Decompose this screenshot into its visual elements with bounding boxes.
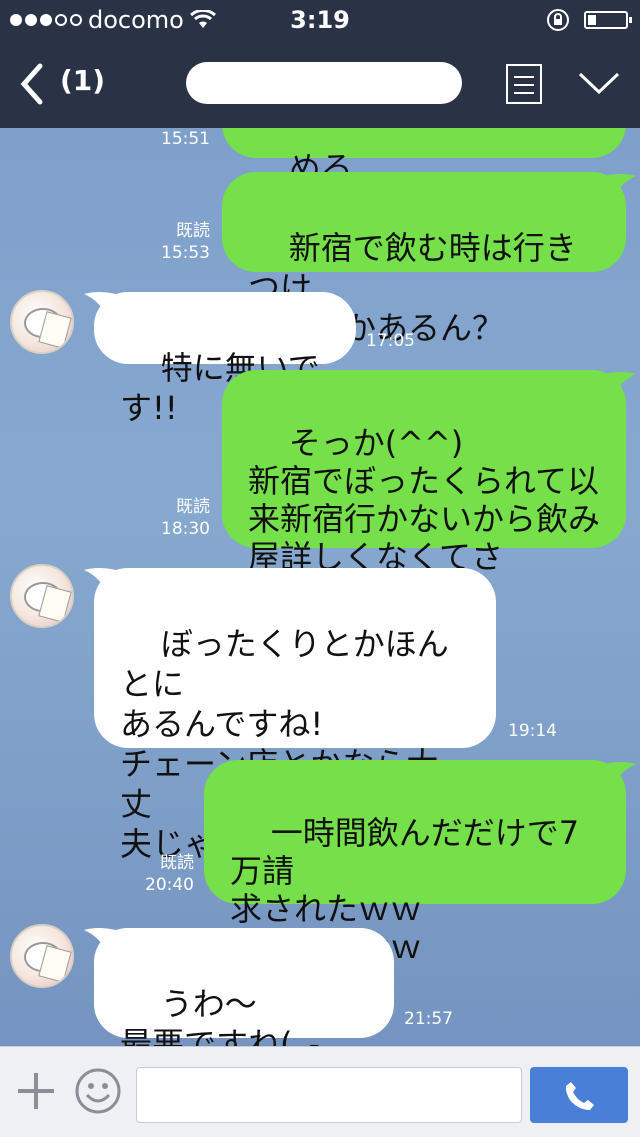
- message-text: そっか(^^) 新宿でぼったくられて以 来新宿行かないから飲み 屋詳しくなくてさ: [248, 424, 601, 576]
- message-time: 21:57: [404, 1009, 453, 1029]
- message-time: 17:05: [366, 331, 415, 351]
- bubble-tail: [604, 762, 636, 788]
- call-button[interactable]: [530, 1067, 628, 1123]
- contact-avatar[interactable]: [10, 924, 74, 988]
- redacted-contact-name: [186, 62, 462, 104]
- clock: 3:19: [290, 6, 350, 34]
- message-time: 18:30: [161, 519, 210, 539]
- message-meta: 既読 15:53: [150, 220, 210, 264]
- bubble-tail: [604, 174, 636, 200]
- message-bubble-outgoing[interactable]: 一時間飲んだだけで7万請 求されたｗｗ ファーｗｗｗ: [204, 760, 626, 966]
- message-time: 15:53: [161, 243, 210, 263]
- message-text: うわ〜 最悪ですね(｡-_-｡): [120, 985, 321, 1046]
- message-input[interactable]: [136, 1067, 522, 1123]
- read-receipt: 既読: [176, 497, 210, 517]
- message-meta: 17:05: [366, 330, 426, 352]
- plus-icon[interactable]: [16, 1071, 56, 1111]
- battery-icon: [584, 11, 632, 29]
- read-receipt: 既読: [160, 853, 194, 873]
- bubble-tail: [604, 372, 636, 398]
- message-meta: 19:14: [508, 720, 568, 742]
- message-bubble-outgoing[interactable]: める: [222, 128, 626, 187]
- message-bubble-incoming[interactable]: ぼったくりとかほんとに あるんですね! チェーン店とかなら大丈 夫じゃないですか…: [94, 568, 496, 863]
- message-bubble-incoming[interactable]: うわ〜 最悪ですね(｡-_-｡): [94, 928, 394, 1046]
- message-bubble-incoming[interactable]: 特に無いです!!: [94, 292, 356, 427]
- phone-icon: [565, 1082, 594, 1110]
- message-meta: 21:57: [404, 1008, 464, 1030]
- menu-list-icon[interactable]: [506, 64, 542, 104]
- read-receipt: 既読: [176, 221, 210, 241]
- message-time: 20:40: [145, 875, 194, 895]
- message-meta: 既読 18:30: [150, 496, 210, 540]
- message-input-bar: [0, 1046, 640, 1137]
- chat-area[interactable]: める 15:51 新宿で飲む時は行きつけ の店とかあるん？ 既読 15:53 特…: [0, 128, 640, 1046]
- contact-avatar[interactable]: [10, 290, 74, 354]
- chevron-down-icon[interactable]: [576, 62, 622, 102]
- status-bar: docomo 3:19: [0, 0, 640, 40]
- message-meta: 既読 20:40: [134, 852, 194, 896]
- unread-count[interactable]: (1): [60, 64, 105, 97]
- chat-header: (1): [0, 40, 640, 128]
- message-time: 15:51: [161, 129, 210, 149]
- emoji-icon[interactable]: [74, 1067, 122, 1115]
- contact-avatar[interactable]: [10, 564, 74, 628]
- lock-rotation-icon: [547, 9, 569, 31]
- message-bubble-outgoing[interactable]: そっか(^^) 新宿でぼったくられて以 来新宿行かないから飲み 屋詳しくなくてさ: [222, 370, 626, 576]
- message-time: 19:14: [508, 721, 557, 741]
- back-chevron-icon[interactable]: [14, 60, 62, 108]
- message-meta: 15:51: [150, 128, 210, 150]
- message-bubble-outgoing[interactable]: 新宿で飲む時は行きつけ の店とかあるん？: [222, 172, 626, 347]
